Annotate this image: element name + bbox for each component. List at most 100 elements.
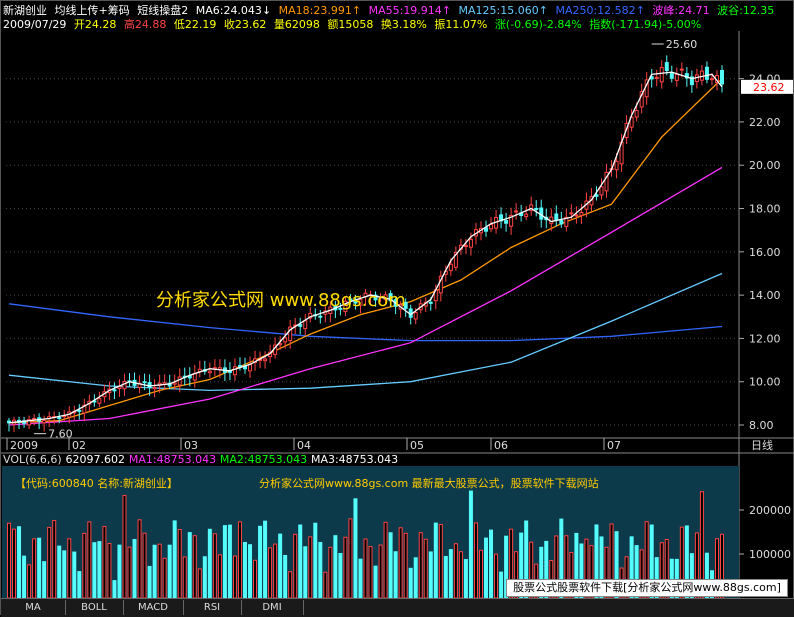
volume-bar [413, 557, 418, 599]
chart-canvas[interactable]: 24.0022.0020.0018.0016.0014.0012.0010.00… [1, 1, 794, 616]
volume-bar [258, 525, 263, 599]
candle-body [318, 315, 323, 318]
volume-bar [398, 527, 403, 599]
volume-bar [187, 532, 192, 599]
volume-bar [87, 521, 92, 599]
candle-body [248, 364, 253, 372]
tab-ma[interactable]: MA [1, 600, 66, 615]
volume-bar [448, 549, 453, 599]
volume-bar [253, 559, 258, 599]
code-label: 【代码:600840 名称:新湖创业】 [15, 477, 178, 490]
volume-bar [7, 522, 11, 599]
last-price-tag: 23.62 [753, 81, 785, 94]
quote-open: 开24.28 [73, 18, 117, 31]
footer-banner[interactable]: 股票公式股票软件下载[分析家公式网www.88gs.com] [506, 579, 788, 597]
volume-bar [62, 550, 67, 599]
volume-bar [17, 526, 22, 599]
volume-bar [67, 538, 72, 599]
candle-body [142, 381, 147, 384]
candle-body [524, 213, 529, 218]
candle-body [283, 337, 288, 343]
ma55-value: MA55:19.914 [368, 4, 442, 17]
candle-body [659, 67, 664, 83]
quote-amplitude: 振11.07% [434, 18, 488, 31]
ma18-value: MA18:23.991 [278, 4, 352, 17]
tab-rsi[interactable]: RSI [183, 600, 242, 615]
tab-boll[interactable]: BOLL [65, 600, 124, 615]
volume-bar [127, 546, 132, 599]
vol-value: 62097.602 [65, 453, 126, 466]
candle-body [574, 214, 579, 217]
candle-body [514, 210, 519, 213]
volume-bar [237, 521, 242, 599]
volume-bar [408, 567, 413, 599]
volume-bar [152, 544, 157, 599]
volume-bar [177, 529, 182, 599]
tab-macd[interactable]: MACD [123, 600, 184, 615]
volume-bar [484, 537, 489, 599]
volume-bar [478, 549, 483, 599]
min-price-label: 7.60 [48, 428, 73, 441]
volume-bar [197, 568, 202, 599]
quote-line: 2009/07/29 开24.28 高24.88 低22.19 收23.62 量… [3, 18, 705, 32]
volume-bar [147, 565, 152, 599]
volume-bar [473, 522, 478, 599]
candle-body [569, 212, 574, 215]
x-tick-label: 02 [72, 439, 86, 452]
vol-y-tick-label: 200000 [749, 504, 791, 517]
candle-body [97, 398, 102, 404]
volume-bar [463, 559, 468, 599]
candle-body [428, 301, 433, 304]
volume-bar [132, 539, 137, 599]
volume-bar [468, 490, 473, 599]
volume-bar [343, 536, 348, 599]
volume-bar [328, 546, 333, 599]
indicator-tab-bar: MA BOLL MACD RSI DMI [1, 598, 794, 617]
volume-bar [248, 544, 253, 599]
volume-bar [162, 557, 167, 599]
tab-dmi[interactable]: DMI [241, 600, 304, 615]
ma55-arrow: ↑ [441, 4, 452, 17]
volume-bar [47, 526, 52, 599]
x-tick-label: 2009 [10, 439, 38, 452]
y-tick-label: 10.00 [749, 376, 781, 389]
candle-body [42, 419, 47, 424]
volume-bar [222, 525, 227, 599]
vol-title: VOL(6,6,6) [3, 453, 62, 466]
ma18-arrow: ↑ [351, 4, 362, 17]
volume-bar [423, 538, 428, 599]
stock-name: 新湖创业 [3, 4, 47, 17]
volume-bar [323, 571, 328, 599]
volume-bar [227, 524, 232, 599]
quote-volume: 量62098 [273, 18, 320, 31]
candle-body [448, 263, 453, 271]
candle-body [599, 186, 604, 196]
volume-bar [373, 565, 378, 599]
volume-bar [107, 542, 112, 599]
volume-bar [338, 552, 343, 599]
volume-bar [202, 556, 207, 599]
volume-bar [489, 529, 494, 599]
indicator-name[interactable]: 均线上传+筹码 [55, 4, 130, 17]
vol-ma1: MA1:48753.043 [128, 453, 217, 466]
volume-bar [333, 535, 338, 599]
quote-turnover: 换3.18% [380, 18, 427, 31]
candle-body [579, 211, 584, 216]
ma18-line [8, 78, 723, 424]
candle-body [463, 245, 468, 248]
ma250-value: MA250:12.582 [555, 4, 636, 17]
ma125-arrow: ↑ [538, 4, 548, 17]
candle-body [112, 389, 117, 392]
volume-bar [443, 556, 448, 599]
x-tick-label: 06 [494, 439, 508, 452]
volume-bar [77, 571, 82, 599]
volume-bar [458, 551, 463, 599]
volume-bar [137, 519, 142, 599]
volume-bar [142, 532, 147, 599]
quote-index: 指数(-171.94)-5.00% [589, 18, 702, 31]
quote-date: 2009/07/29 [3, 18, 67, 31]
volume-bar [117, 544, 122, 599]
volume-bar [32, 538, 37, 599]
volume-bar [27, 564, 32, 599]
candle-body [669, 72, 674, 79]
